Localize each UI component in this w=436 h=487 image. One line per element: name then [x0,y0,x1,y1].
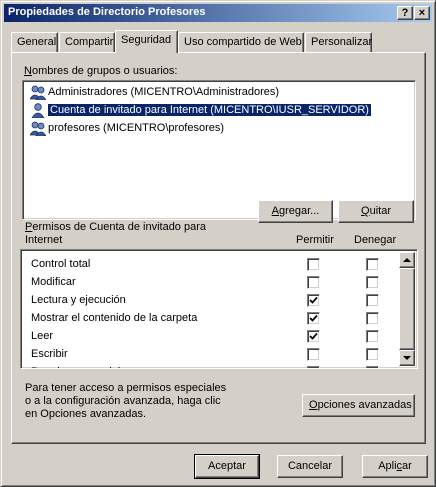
arrow-up-icon [403,258,411,262]
permissions-label: Permisos de Cuenta de invitado para [25,221,207,233]
cancel-button[interactable]: Cancelar [277,455,343,478]
tab-personalizar-label: Personalizar [311,36,373,48]
allow-checkbox[interactable] [307,366,320,368]
tab-seguridad-label: Seguridad [121,34,172,46]
permission-name: Mostrar el contenido de la carpeta [31,312,198,324]
list-item[interactable]: profesores (MICENTRO\profesores) [28,120,408,137]
allow-checkbox[interactable] [307,312,320,325]
tab-general-label: General [17,36,57,48]
permission-row: Control total [31,255,401,273]
users-label: Nombres de grupos o usuarios: [24,65,178,77]
deny-checkbox[interactable] [366,294,379,307]
deny-checkbox[interactable] [366,348,379,361]
advanced-text-line3: en Opciones avanzadas. [25,408,147,420]
scroll-down-button[interactable] [399,350,415,366]
allow-checkbox[interactable] [307,276,320,289]
close-button[interactable]: × [414,6,430,20]
deny-column-header: Denegar [354,234,397,246]
tab-compartir-label: Compartir [65,36,114,48]
group-icon [30,121,46,136]
permission-row: Mostrar el contenido de la carpeta [31,309,401,327]
deny-checkbox[interactable] [366,366,379,368]
permission-name: Modificar [31,276,76,288]
tab-uso-compartido-web[interactable]: Uso compartido de Web [178,32,304,52]
advanced-options-button[interactable]: Opciones avanzadas [302,394,415,417]
permission-name: Leer [31,330,54,342]
scroll-thumb[interactable] [399,268,415,350]
tab-general[interactable]: General [11,32,58,52]
user-name: Administradores (MICENTRO\Administradore… [48,86,280,98]
permissions-label-line2: Internet [25,234,63,246]
allow-checkbox[interactable] [307,348,320,361]
permission-name: Permisos especiales [31,366,132,368]
arrow-down-icon [403,356,411,360]
advanced-text-line2: o a la configuración avanzada, haga clic [25,395,221,407]
help-button[interactable]: ? [397,6,413,20]
user-name: profesores (MICENTRO\profesores) [48,122,225,134]
user-name: Cuenta de invitado para Internet (MICENT… [47,103,372,117]
advanced-text-line1: Para tener acceso a permisos especiales [25,382,227,394]
deny-checkbox[interactable] [366,276,379,289]
list-item[interactable]: Cuenta de invitado para Internet (MICENT… [28,102,408,119]
allow-checkbox[interactable] [307,258,320,271]
window-title: Propiedades de Directorio Profesores [8,6,206,18]
permission-row: Escribir [31,345,401,363]
deny-checkbox[interactable] [366,258,379,271]
tab-compartir[interactable]: Compartir [59,32,115,52]
deny-checkbox[interactable] [366,312,379,325]
add-button[interactable]: Agregar... [258,200,333,223]
permission-name: Lectura y ejecución [31,294,126,306]
apply-button[interactable]: Aplicar [362,455,428,478]
allow-checkbox[interactable] [307,294,320,307]
properties-dialog: Propiedades de Directorio Profesores ? ×… [0,0,436,487]
title-bar[interactable]: Propiedades de Directorio Profesores ? × [4,4,432,22]
allow-column-header: Permitir [296,234,334,246]
tab-web-label: Uso compartido de Web [184,36,302,48]
ok-button[interactable]: Aceptar [194,454,260,479]
tab-seguridad[interactable]: Seguridad [115,30,178,53]
permissions-list[interactable]: Control total Modificar Lectura y ejecució… [20,249,418,369]
permission-row: Lectura y ejecución [31,291,401,309]
group-icon [30,85,46,100]
tab-personalizar[interactable]: Personalizar [305,32,372,52]
user-icon [31,103,45,118]
permission-row: Permisos especiales [31,363,401,368]
remove-button[interactable]: Quitar [338,200,414,223]
security-tab-panel: Nombres de grupos o usuarios: Administra… [11,52,426,444]
permissions-scrollbar[interactable] [399,252,415,366]
permission-name: Control total [31,258,91,270]
permission-row: Leer [31,327,401,345]
list-item[interactable]: Administradores (MICENTRO\Administradore… [28,84,408,101]
users-list[interactable]: Administradores (MICENTRO\Administradore… [22,80,416,220]
permission-name: Escribir [31,348,68,360]
scroll-up-button[interactable] [399,252,415,268]
deny-checkbox[interactable] [366,330,379,343]
permission-row: Modificar [31,273,401,291]
allow-checkbox[interactable] [307,330,320,343]
